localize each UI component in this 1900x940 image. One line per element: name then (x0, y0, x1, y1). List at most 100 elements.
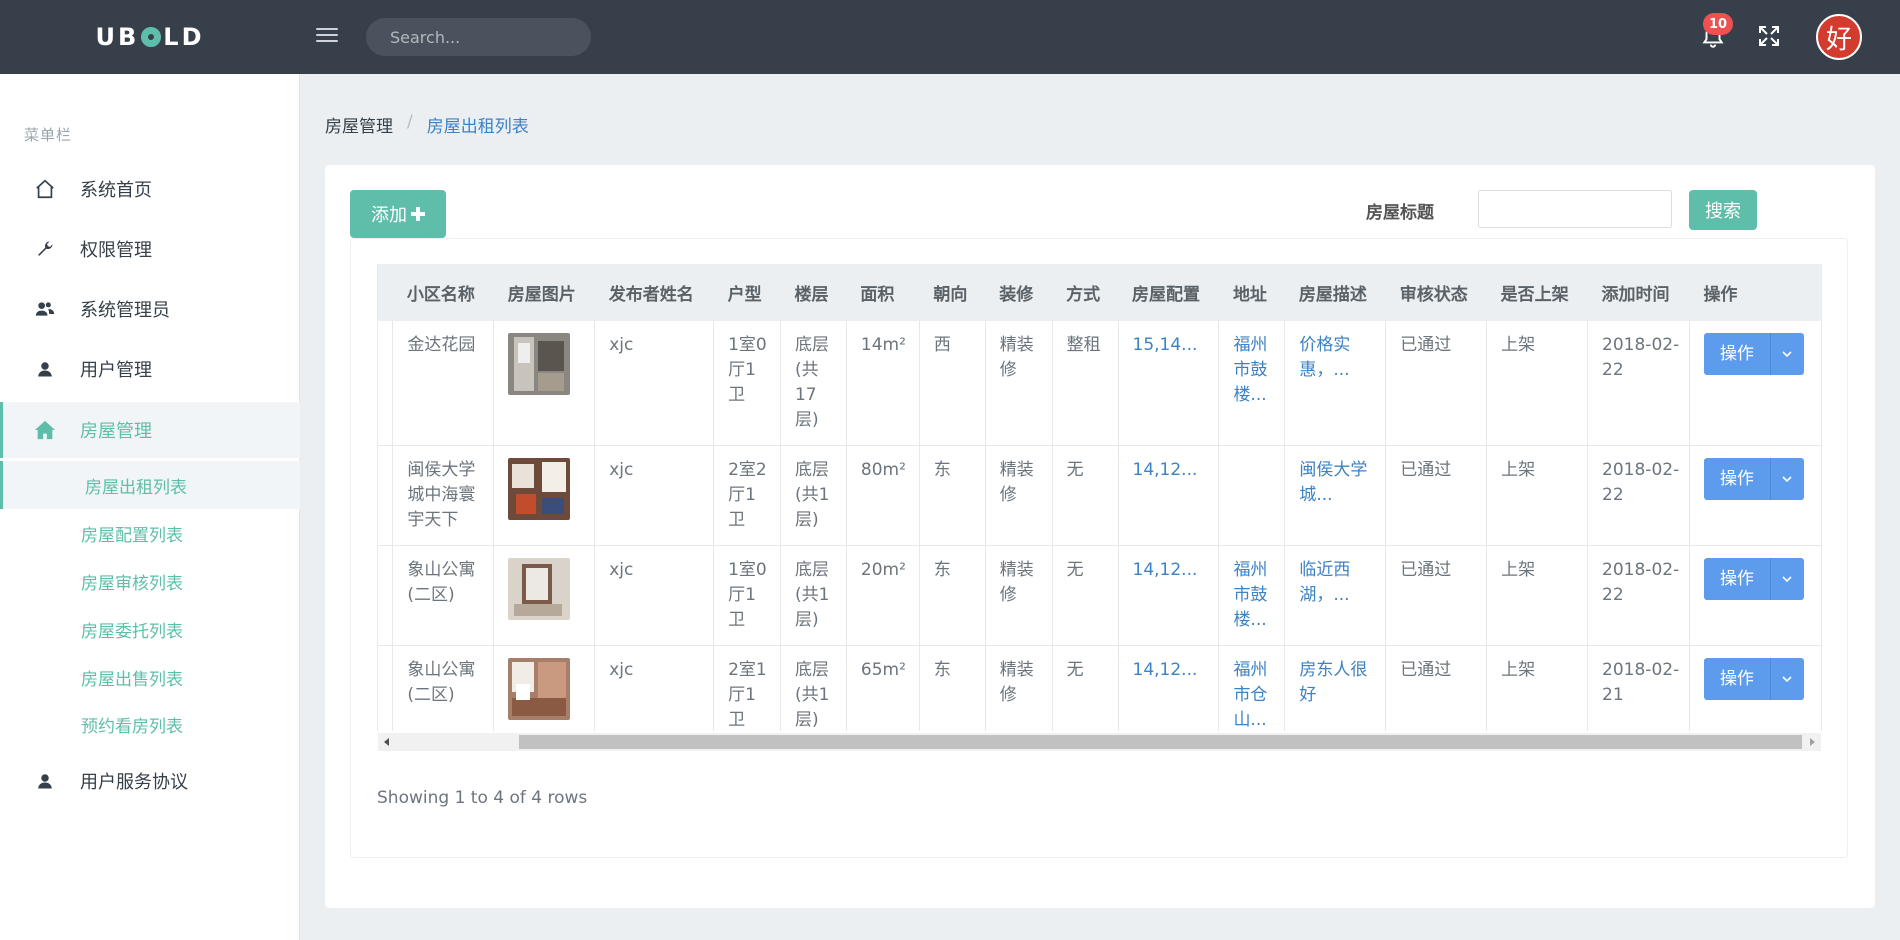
table-row: 象山公寓(二区) xjc 2室1厅1卫 底层(共1层) 65m² 东 精装修 无… (378, 645, 1822, 731)
col-header[interactable]: 房屋图片 (493, 264, 595, 321)
cell-desc-link[interactable]: 价格实惠，... (1284, 321, 1387, 446)
col-header[interactable]: 地址 (1218, 264, 1285, 321)
cell-mode: 无 (1052, 445, 1119, 546)
sidebar-subitem-rental-list[interactable]: 房屋出租列表 (0, 461, 300, 509)
search-input[interactable] (390, 27, 590, 47)
cell-area: 65m² (846, 645, 920, 731)
cell-date: 2018-02-21 (1587, 645, 1690, 731)
pagination-info: Showing 1 to 4 of 4 rows (377, 788, 588, 808)
scroll-right-arrow-icon[interactable] (1807, 737, 1817, 747)
operation-dropdown-button[interactable]: 操作 (1703, 458, 1804, 500)
cell-config-link[interactable]: 15,14... (1118, 321, 1220, 446)
cell-address-link[interactable]: 福州市仓山... (1218, 645, 1286, 731)
scrollbar-thumb[interactable] (519, 735, 1802, 749)
cell-actions: 操作 (1689, 545, 1822, 646)
col-header[interactable]: 楼层 (780, 264, 847, 321)
avatar[interactable]: 好 (1816, 14, 1862, 60)
col-header[interactable]: 小区名称 (392, 264, 494, 321)
cell-mode: 无 (1052, 645, 1119, 731)
cell-actions: 操作 (1689, 321, 1822, 446)
cell-audit-status: 已通过 (1385, 445, 1488, 546)
sidebar-subitem-entrust-list[interactable]: 房屋委托列表 (0, 605, 300, 653)
operation-button-label: 操作 (1703, 458, 1770, 500)
search-button[interactable]: 搜索 (1689, 190, 1757, 230)
cell-config-link[interactable]: 14,12... (1118, 545, 1220, 646)
sidebar-item-housing[interactable]: 房屋管理 (0, 402, 300, 458)
add-button[interactable]: 添加 (350, 190, 446, 238)
cell-config-link[interactable]: 14,12... (1118, 645, 1220, 731)
cell-desc-link[interactable]: 闽侯大学城... (1284, 445, 1387, 546)
cell-photo (493, 645, 596, 731)
col-header[interactable]: 是否上架 (1486, 264, 1588, 321)
cell-orientation: 东 (919, 545, 986, 646)
chevron-down-icon[interactable] (1769, 558, 1804, 600)
cell-desc-link[interactable]: 房东人很好 (1284, 645, 1387, 731)
horizontal-scrollbar[interactable] (378, 733, 1821, 751)
hamburger-menu-icon[interactable] (316, 24, 338, 50)
sidebar-item-home[interactable]: 系统首页 (0, 161, 300, 217)
house-title-input[interactable] (1478, 190, 1672, 228)
cell-address-link[interactable]: 福州市鼓楼... (1218, 321, 1286, 446)
cell-photo (493, 445, 596, 546)
cell-shelf-status: 上架 (1486, 645, 1589, 731)
house-photo-thumbnail[interactable] (508, 333, 571, 395)
cell-layout: 2室1厅1卫 (713, 645, 781, 731)
cell-community: 金达花园 (392, 321, 495, 446)
operation-dropdown-button[interactable]: 操作 (1703, 658, 1804, 700)
notification-badge: 10 (1703, 13, 1733, 35)
house-photo-thumbnail[interactable] (508, 458, 571, 520)
home-icon (34, 178, 56, 200)
house-photo-thumbnail[interactable] (508, 558, 571, 620)
chevron-down-icon[interactable] (1769, 333, 1804, 375)
cell-decoration: 精装修 (985, 545, 1053, 646)
brand-logo[interactable]: UB LD (0, 0, 300, 74)
cell-area: 14m² (846, 321, 920, 446)
cell-address-link[interactable]: 福州市鼓楼... (1218, 545, 1286, 646)
sidebar-subitem-viewing-list[interactable]: 预约看房列表 (0, 700, 300, 748)
sidebar-subitem-audit-list[interactable]: 房屋审核列表 (0, 557, 300, 605)
sidebar-item-permissions[interactable]: 权限管理 (0, 221, 300, 277)
cell-orientation: 西 (919, 321, 986, 446)
table-container[interactable]: 小区名称 房屋图片 发布者姓名 户型 楼层 面积 朝向 装修 方式 房屋配置 地… (377, 264, 1822, 731)
scroll-left-arrow-icon[interactable] (382, 737, 392, 747)
cell-date: 2018-02-22 (1587, 445, 1690, 546)
cell-orientation: 东 (919, 645, 986, 731)
col-header[interactable]: 添加时间 (1587, 264, 1690, 321)
sidebar-item-label: 用户管理 (80, 360, 152, 381)
sidebar-subitem-sale-list[interactable]: 房屋出售列表 (0, 653, 300, 701)
sidebar-item-users[interactable]: 用户管理 (0, 341, 300, 397)
cell-actions: 操作 (1689, 445, 1822, 546)
sidebar-item-admins[interactable]: 系统管理员 (0, 281, 300, 337)
breadcrumb-parent[interactable]: 房屋管理 (325, 112, 393, 137)
cell-area: 20m² (846, 545, 920, 646)
cell-mode: 无 (1052, 545, 1119, 646)
col-header[interactable]: 装修 (985, 264, 1053, 321)
operation-dropdown-button[interactable]: 操作 (1703, 333, 1804, 375)
sidebar-item-label: 房屋管理 (80, 421, 152, 442)
chevron-down-icon[interactable] (1769, 458, 1804, 500)
operation-button-label: 操作 (1703, 333, 1770, 375)
col-header[interactable]: 朝向 (919, 264, 986, 321)
fullscreen-icon[interactable] (1757, 24, 1781, 48)
user-icon (34, 358, 56, 380)
cell-address-link[interactable] (1218, 445, 1286, 546)
cell-date: 2018-02-22 (1587, 321, 1690, 446)
filter-label: 房屋标题 (1366, 203, 1434, 223)
col-header[interactable]: 审核状态 (1385, 264, 1487, 321)
col-header[interactable]: 发布者姓名 (594, 264, 714, 321)
col-header[interactable]: 户型 (713, 264, 781, 321)
col-header[interactable]: 房屋描述 (1284, 264, 1386, 321)
house-photo-thumbnail[interactable] (508, 658, 571, 720)
cell-desc-link[interactable]: 临近西湖，... (1284, 545, 1387, 646)
col-header[interactable]: 房屋配置 (1118, 264, 1219, 321)
brand-logo-o-icon (141, 27, 162, 47)
chevron-down-icon[interactable] (1769, 658, 1804, 700)
table-header-spacer (378, 264, 393, 321)
sidebar-subitem-config-list[interactable]: 房屋配置列表 (0, 509, 300, 557)
col-header[interactable]: 面积 (846, 264, 920, 321)
sidebar-item-user-agreement[interactable]: 用户服务协议 (0, 753, 300, 809)
cell-audit-status: 已通过 (1385, 645, 1488, 731)
cell-config-link[interactable]: 14,12... (1118, 445, 1220, 546)
operation-dropdown-button[interactable]: 操作 (1703, 558, 1804, 600)
col-header[interactable]: 方式 (1052, 264, 1119, 321)
